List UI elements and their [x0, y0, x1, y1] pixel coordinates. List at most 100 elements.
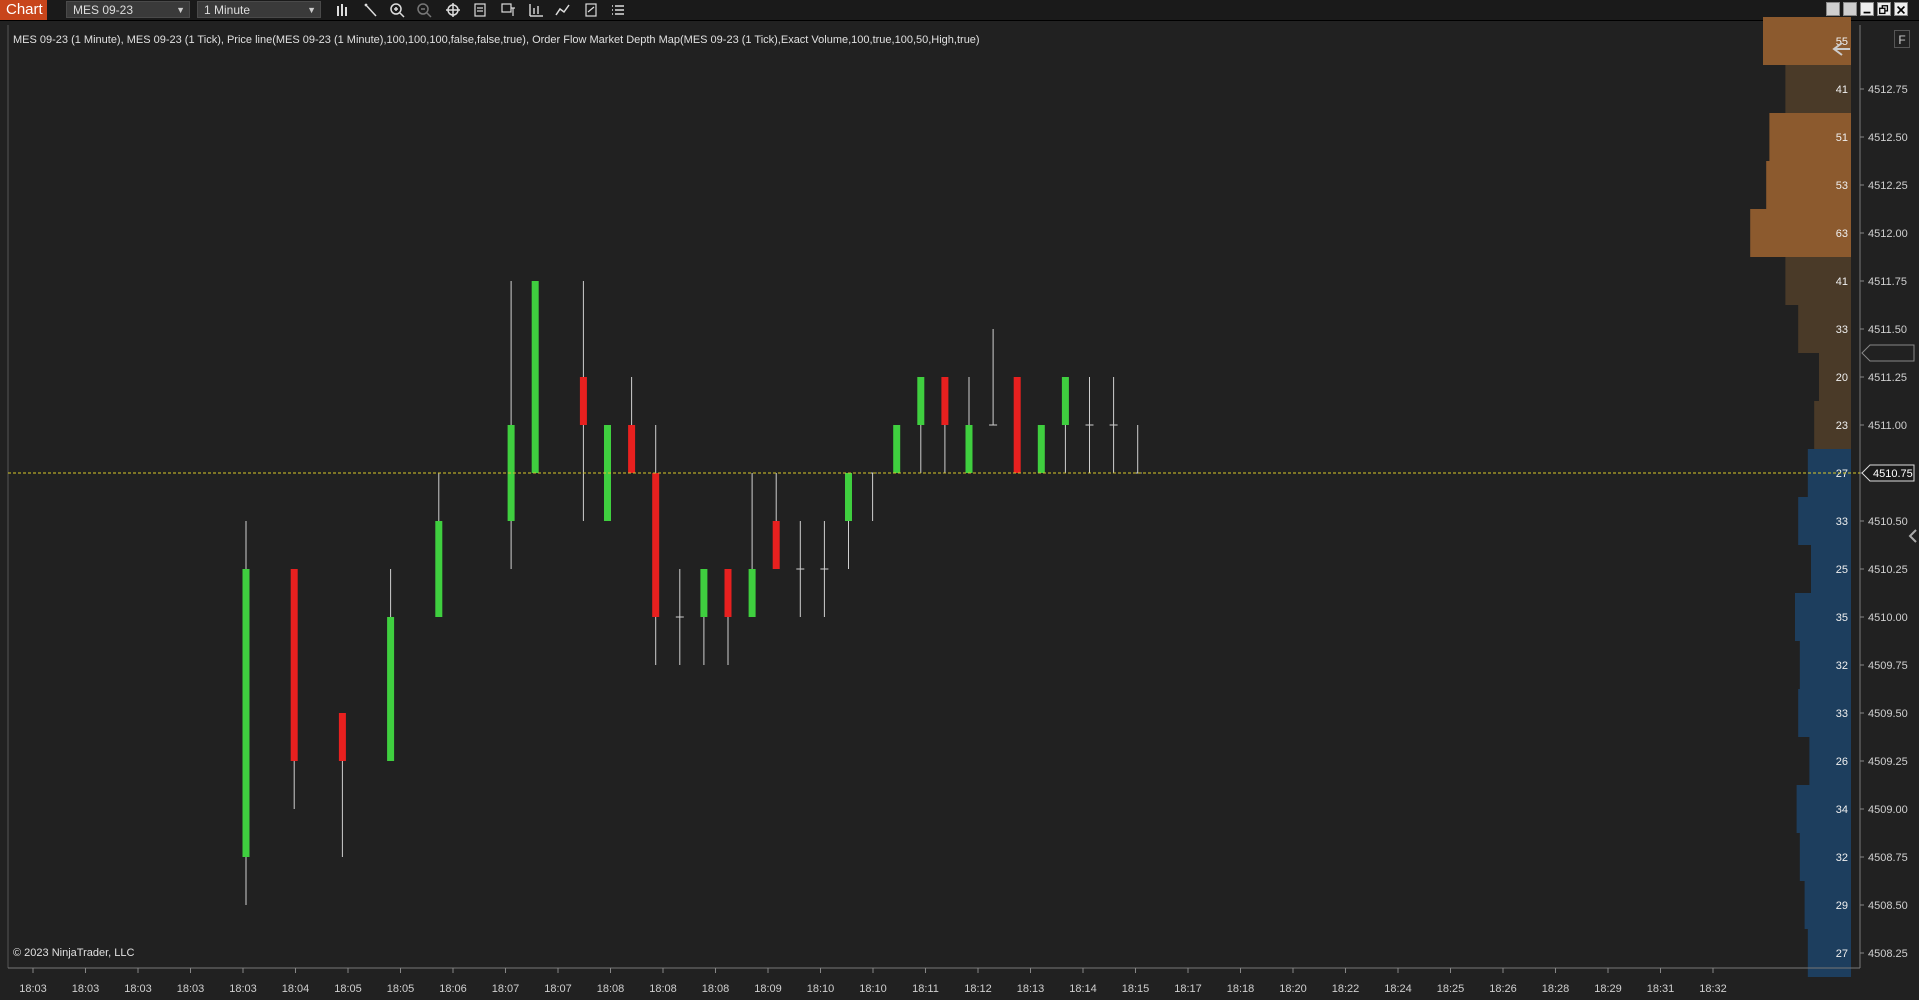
price-tick-label: 4508.25 [1868, 948, 1908, 960]
candle-body [242, 569, 250, 857]
price-tick-label: 4511.75 [1868, 276, 1907, 288]
time-tick-label: 18:14 [1069, 983, 1097, 995]
price-tick-label: 4512.00 [1868, 228, 1908, 240]
price-tick-label: 4512.25 [1868, 180, 1908, 192]
price-chart[interactable]: 5541515363413320232733253532332634322927… [0, 0, 1919, 1000]
candle-body [772, 521, 780, 569]
time-tick-label: 18:05 [334, 983, 362, 995]
time-tick-label: 18:08 [702, 983, 730, 995]
time-tick-label: 18:24 [1384, 983, 1412, 995]
candle-body [338, 713, 346, 761]
time-tick-label: 18:03 [124, 983, 152, 995]
candle-body [965, 425, 973, 473]
price-tick-label: 4511.50 [1868, 324, 1907, 336]
time-tick-label: 18:32 [1699, 983, 1727, 995]
last-price-label: 4510.75 [1873, 468, 1913, 480]
price-tick-label: 4511.00 [1868, 420, 1907, 432]
time-tick-label: 18:31 [1647, 983, 1675, 995]
price-tick-label: 4509.75 [1868, 660, 1908, 672]
price-tick-label: 4508.75 [1868, 852, 1908, 864]
depth-size-label: 23 [1836, 420, 1848, 432]
time-tick-label: 18:08 [649, 983, 677, 995]
candle-body [1037, 425, 1045, 473]
time-tick-label: 18:25 [1437, 983, 1465, 995]
candle-body [893, 425, 901, 473]
time-tick-label: 18:20 [1279, 983, 1307, 995]
time-tick-label: 18:12 [964, 983, 992, 995]
time-tick-label: 18:26 [1489, 983, 1517, 995]
price-tick-label: 4510.25 [1868, 564, 1908, 576]
price-tick-label: 4509.50 [1868, 708, 1908, 720]
time-tick-label: 18:28 [1542, 983, 1570, 995]
depth-size-label: 29 [1836, 900, 1848, 912]
depth-size-label: 27 [1836, 948, 1848, 960]
depth-size-label: 51 [1836, 132, 1848, 144]
candle-body [628, 425, 636, 473]
time-tick-label: 18:13 [1017, 983, 1045, 995]
time-tick-label: 18:15 [1122, 983, 1150, 995]
copyright-text: © 2023 NinjaTrader, LLC [13, 947, 135, 959]
depth-size-label: 41 [1836, 84, 1848, 96]
candle-body [724, 569, 732, 617]
price-tick-label: 4509.00 [1868, 804, 1908, 816]
candle-body [941, 377, 949, 425]
price-tick-label: 4510.50 [1868, 516, 1908, 528]
expand-panel-icon [1908, 529, 1917, 543]
time-tick-label: 18:06 [439, 983, 467, 995]
candle-body [700, 569, 708, 617]
time-tick-label: 18:10 [859, 983, 887, 995]
time-tick-label: 18:03 [177, 983, 205, 995]
candle-body [387, 617, 395, 761]
time-tick-label: 18:11 [912, 983, 939, 995]
depth-size-label: 35 [1836, 612, 1848, 624]
price-tick-label: 4512.50 [1868, 132, 1908, 144]
candle-body [748, 569, 756, 617]
candle-body [917, 377, 925, 425]
time-tick-label: 18:03 [229, 983, 257, 995]
price-tick-label: 4509.25 [1868, 756, 1908, 768]
candle-body [435, 521, 443, 617]
depth-size-label: 32 [1836, 660, 1848, 672]
time-tick-label: 18:05 [387, 983, 415, 995]
candle-body [1061, 377, 1069, 425]
depth-size-label: 41 [1836, 276, 1848, 288]
depth-size-label: 33 [1836, 708, 1848, 720]
price-tick-label: 4508.50 [1868, 900, 1908, 912]
axes: 4512.75 4512.50 4512.25 4512.00 4511.75 4511.… [7, 25, 1908, 995]
time-tick-label: 18:17 [1174, 983, 1202, 995]
candle-body [652, 473, 660, 617]
price-line: 4510.75 [8, 42, 1917, 543]
depth-size-label: 33 [1836, 324, 1848, 336]
time-tick-label: 18:29 [1594, 983, 1622, 995]
depth-size-label: 26 [1836, 756, 1848, 768]
price-tick-label: 4511.25 [1868, 372, 1907, 384]
candle-body [579, 377, 587, 425]
time-tick-label: 18:03 [19, 983, 47, 995]
candles [242, 281, 1142, 905]
time-tick-label: 18:22 [1332, 983, 1360, 995]
depth-size-label: 63 [1836, 228, 1848, 240]
candle-body [531, 281, 539, 473]
price-tick-label: 4512.75 [1868, 84, 1908, 96]
time-tick-label: 18:10 [807, 983, 835, 995]
depth-size-label: 27 [1836, 468, 1848, 480]
depth-size-label: 32 [1836, 852, 1848, 864]
price-tick-label: 4510.00 [1868, 612, 1908, 624]
side-panel-button[interactable]: F [1894, 30, 1910, 48]
crosshair-price-marker [1861, 344, 1915, 362]
time-tick-label: 18:03 [72, 983, 100, 995]
time-tick-label: 18:08 [597, 983, 625, 995]
time-tick-label: 18:04 [282, 983, 310, 995]
depth-size-label: 25 [1836, 564, 1848, 576]
time-tick-label: 18:09 [754, 983, 782, 995]
depth-size-label: 53 [1836, 180, 1848, 192]
indicator-label: MES 09-23 (1 Minute), MES 09-23 (1 Tick)… [13, 34, 980, 46]
depth-size-label: 34 [1836, 804, 1848, 816]
time-tick-label: 18:07 [544, 983, 572, 995]
depth-size-label: 33 [1836, 516, 1848, 528]
candle-body [845, 473, 852, 521]
depth-size-label: 20 [1836, 372, 1848, 384]
time-tick-label: 18:07 [492, 983, 520, 995]
candle-body [290, 569, 298, 761]
time-tick-label: 18:18 [1227, 983, 1255, 995]
